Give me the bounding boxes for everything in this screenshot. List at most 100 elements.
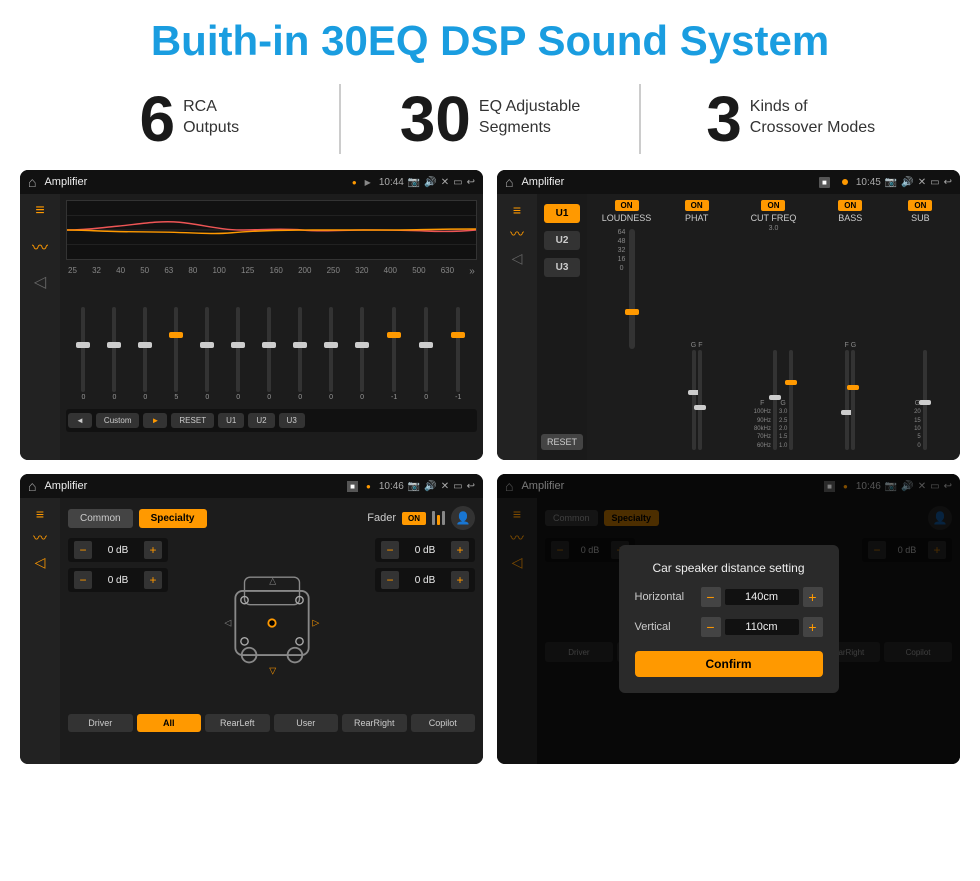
vertical-ctrl: − 110cm + [701, 617, 823, 637]
horizontal-minus[interactable]: − [701, 587, 721, 607]
eq-reset-button[interactable]: RESET [171, 413, 214, 428]
bass-on[interactable]: ON [838, 200, 862, 211]
eq-slider-0[interactable]: 0 [81, 307, 85, 401]
fader-window: ▭ [453, 481, 462, 492]
eq-slider-9[interactable]: 0 [360, 307, 364, 401]
cutfreq-sliders: F 100Hz90Hz80kHz70Hz60Hz G 3.02.52.01.51… [754, 234, 794, 454]
db-minus-2[interactable]: − [381, 541, 399, 559]
vertical-plus[interactable]: + [803, 617, 823, 637]
db-row-1: − 0 dB + [68, 568, 168, 592]
eq-slider-8[interactable]: 0 [329, 307, 333, 401]
svg-text:▽: ▽ [269, 666, 276, 676]
sub-on[interactable]: ON [908, 200, 932, 211]
crossover-columns: ON LOUDNESS 64 48 32 16 0 ON [587, 194, 960, 460]
eq-u2-button[interactable]: U2 [248, 413, 274, 428]
eq-slider-3[interactable]: 5 [174, 307, 178, 401]
horizontal-plus[interactable]: + [803, 587, 823, 607]
eq-content: 2532 4050 6380 100125 160200 250320 4005… [60, 194, 483, 460]
sub-col: ON SUB G 20151050 [887, 200, 954, 454]
crossover-close: ✕ [918, 177, 926, 188]
crossover-home-icon: ⌂ [505, 174, 513, 190]
db-value-1: 0 dB [96, 575, 140, 586]
crossover-window: ▭ [930, 177, 939, 188]
cutfreq-on[interactable]: ON [761, 200, 785, 211]
crossover-speaker-icon[interactable]: ◁ [512, 250, 523, 267]
screenshots-grid: ⌂ Amplifier ● ▶ 10:44 📷 🔊 ✕ ▭ ↩ ≡ 〰 ◁ [0, 170, 980, 780]
stat-number-crossover: 3 [706, 87, 742, 151]
eq-filter-icon[interactable]: ≡ [35, 202, 44, 220]
user-button[interactable]: User [274, 714, 339, 732]
u2-button[interactable]: U2 [544, 231, 580, 250]
fader-filter-icon[interactable]: ≡ [36, 506, 44, 522]
eq-slider-4[interactable]: 0 [205, 307, 209, 401]
svg-text:▷: ▷ [312, 618, 319, 628]
fader-side: ≡ 〰 ◁ [20, 498, 60, 764]
db-plus-0[interactable]: + [144, 541, 162, 559]
u1-button[interactable]: U1 [544, 204, 580, 223]
eq-prev-button[interactable]: ◄ [68, 413, 92, 428]
rearright-button[interactable]: RearRight [342, 714, 407, 732]
crossover-volume: 🔊 [901, 177, 913, 188]
driver-button[interactable]: Driver [68, 714, 133, 732]
db-minus-3[interactable]: − [381, 571, 399, 589]
crossover-dot [842, 179, 848, 185]
crossover-status-bar: ⌂ Amplifier ■ 10:45 📷 🔊 ✕ ▭ ↩ [497, 170, 960, 194]
stats-row: 6 RCA Outputs 30 EQ Adjustable Segments … [0, 74, 980, 170]
phat-on[interactable]: ON [685, 200, 709, 211]
eq-slider-5[interactable]: 0 [236, 307, 240, 401]
copilot-button[interactable]: Copilot [411, 714, 476, 732]
close-icon: ✕ [441, 177, 449, 188]
sub-sliders: G 20151050 [914, 225, 927, 454]
db-minus-1[interactable]: − [74, 571, 92, 589]
crossover-filter-icon[interactable]: ≡ [513, 202, 521, 218]
crossover-wave-icon[interactable]: 〰 [510, 224, 524, 244]
fader-wave-icon[interactable]: 〰 [33, 528, 47, 548]
loudness-on[interactable]: ON [615, 200, 639, 211]
eq-slider-6[interactable]: 0 [267, 307, 271, 401]
eq-u1-button[interactable]: U1 [218, 413, 244, 428]
eq-wave-icon[interactable]: 〰 [32, 234, 48, 258]
eq-slider-10[interactable]: -1 [391, 307, 397, 401]
crossover-reset-button[interactable]: RESET [541, 434, 583, 450]
eq-slider-12[interactable]: -1 [455, 307, 461, 401]
loudness-label: LOUDNESS [602, 213, 652, 223]
fader-status-bar: ⌂ Amplifier ■ ● 10:46 📷 🔊 ✕ ▭ ↩ [20, 474, 483, 498]
db-minus-0[interactable]: − [74, 541, 92, 559]
window-icon: ▭ [453, 177, 462, 188]
camera-icon: 📷 [408, 177, 420, 188]
fader-speaker-icon[interactable]: ◁ [35, 554, 46, 571]
eq-slider-2[interactable]: 0 [143, 307, 147, 401]
eq-slider-1[interactable]: 0 [112, 307, 116, 401]
eq-play-button[interactable]: ► [143, 413, 167, 428]
db-plus-1[interactable]: + [144, 571, 162, 589]
stat-text-eq: EQ Adjustable Segments [479, 87, 580, 139]
db-value-0: 0 dB [96, 545, 140, 556]
left-db-controls: − 0 dB + − 0 dB + [68, 538, 168, 708]
db-plus-2[interactable]: + [451, 541, 469, 559]
eq-side-icons: ≡ 〰 ◁ [20, 194, 60, 460]
eq-status-icons: 10:44 📷 🔊 ✕ ▭ ↩ [379, 177, 475, 188]
dialog-title: Car speaker distance setting [635, 561, 823, 575]
cutfreq-col: ON CUT FREQ 3.0 F 100Hz90Hz80kHz70Hz60Hz… [733, 200, 814, 454]
phat-controls: G F [691, 225, 703, 454]
db-plus-3[interactable]: + [451, 571, 469, 589]
common-tab[interactable]: Common [68, 509, 133, 528]
eq-custom-button[interactable]: Custom [96, 413, 140, 428]
fader-dot: ● [366, 482, 371, 491]
all-button[interactable]: All [137, 714, 202, 732]
rearleft-button[interactable]: RearLeft [205, 714, 270, 732]
loudness-slider-area: 64 48 32 16 0 [593, 225, 660, 454]
u3-button[interactable]: U3 [544, 258, 580, 277]
stat-crossover: 3 Kinds of Crossover Modes [661, 87, 920, 151]
crossover-time: 10:45 [856, 177, 881, 188]
eq-slider-7[interactable]: 0 [298, 307, 302, 401]
eq-slider-11[interactable]: 0 [424, 307, 428, 401]
vertical-minus[interactable]: − [701, 617, 721, 637]
eq-status-dot: ● [352, 178, 357, 187]
specialty-tab[interactable]: Specialty [139, 509, 207, 528]
fader-screenshot: ⌂ Amplifier ■ ● 10:46 📷 🔊 ✕ ▭ ↩ ≡ 〰 ◁ Co… [20, 474, 483, 764]
fader-on-badge[interactable]: ON [402, 512, 426, 525]
eq-speaker-icon[interactable]: ◁ [34, 272, 46, 292]
eq-u3-button[interactable]: U3 [279, 413, 305, 428]
confirm-button[interactable]: Confirm [635, 651, 823, 677]
